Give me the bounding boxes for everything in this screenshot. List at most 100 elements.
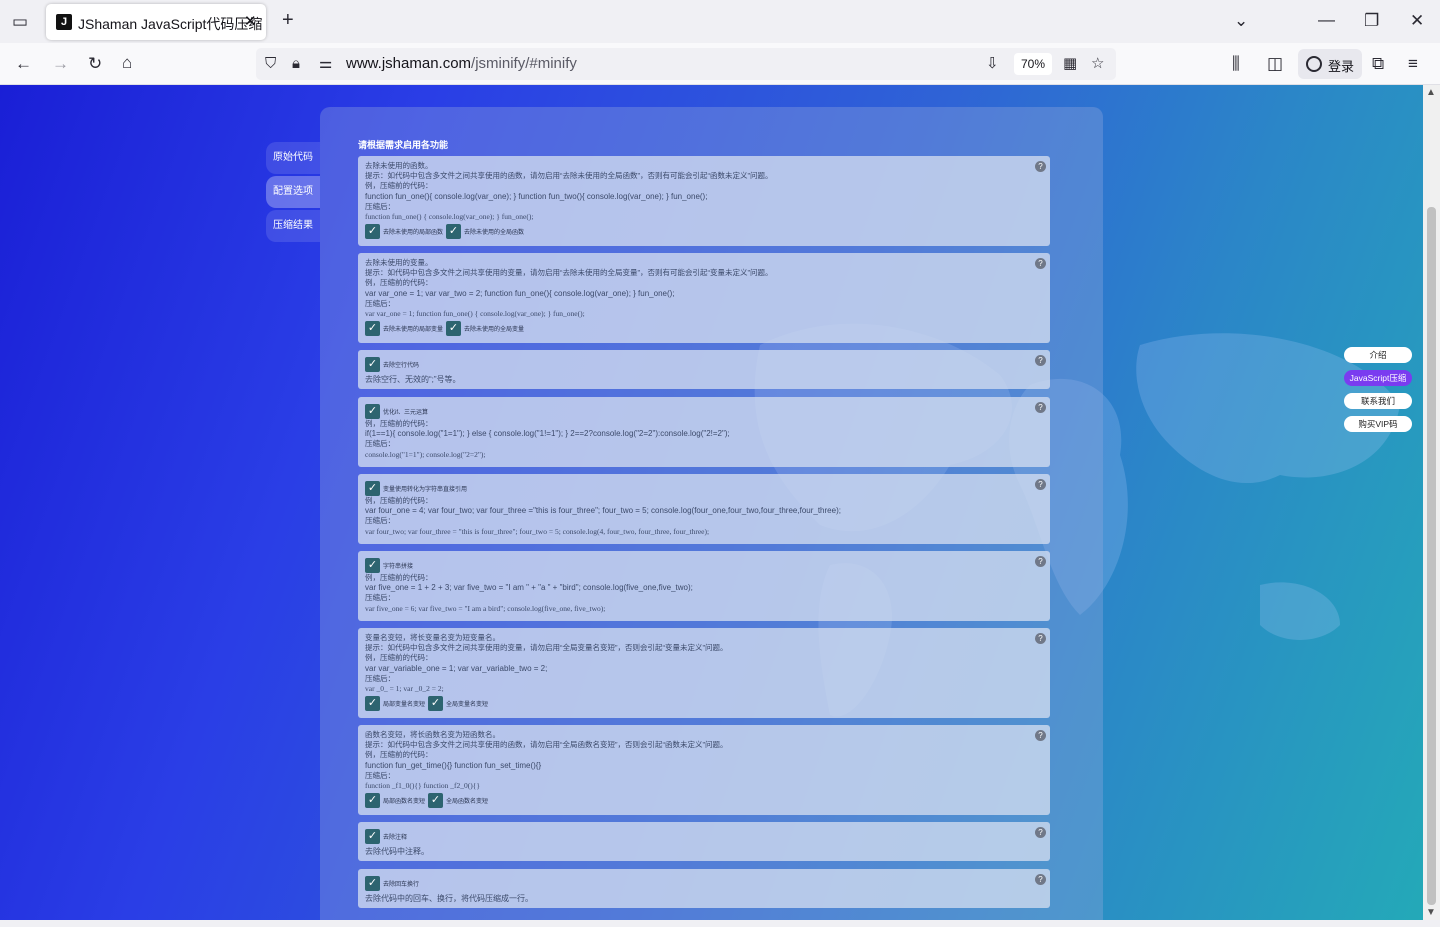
scroll-down-icon[interactable]: ▼	[1426, 907, 1436, 918]
menu-icon[interactable]: ≡	[1408, 55, 1418, 72]
tab-bar: ▭ J JShaman JavaScript代码压缩 ✕ + ⌄ — ❐ ✕	[0, 0, 1440, 43]
option-checkbox[interactable]: ✓	[365, 875, 380, 891]
description-line: 提示：如代码中包含多文件之间共享使用的变量，请勿启用“全局变量名变短”，否则会引…	[365, 643, 728, 653]
login-label: 登录	[1328, 59, 1355, 74]
status-strip	[0, 920, 1440, 927]
sidebar-icon[interactable]: ◫	[1267, 55, 1283, 72]
help-icon[interactable]: ?	[1035, 827, 1046, 838]
lock-icon[interactable]: 🔒︎	[292, 56, 300, 71]
option-checkbox-label: 全局函数名变短	[446, 798, 489, 805]
help-icon[interactable]: ?	[1035, 161, 1046, 172]
help-icon[interactable]: ?	[1035, 258, 1046, 269]
option-checkbox[interactable]: ✓	[446, 223, 462, 239]
code-example-line: console.log("1=1"); console.log("2=2");	[365, 449, 486, 459]
scroll-up-icon[interactable]: ▲	[1426, 87, 1436, 98]
option-checkbox[interactable]: ✓	[365, 557, 380, 573]
sidenav-item-1[interactable]: 配置选项	[266, 176, 320, 208]
description-line: 去除未使用的函数。	[365, 161, 433, 170]
code-example-line: var four_two; var four_three = "this is …	[365, 526, 710, 536]
forward-icon[interactable]: →	[52, 55, 69, 72]
qr-code-icon[interactable]: ▦	[1063, 56, 1077, 71]
checkbox-row: ✓ 局部函数名变短 ✓ 全局函数名变短	[365, 792, 1044, 808]
scrollbar-thumb[interactable]	[1427, 207, 1436, 905]
rightnav-button-2[interactable]: 联系我们	[1344, 393, 1412, 409]
checkbox-row: ✓ 去除未使用的局部变量 ✓ 去除未使用的全局变量	[365, 320, 1044, 336]
option-title: 字符串拼接	[383, 563, 414, 570]
code-example-line: var var_one = 1; function fun_one() { co…	[365, 309, 585, 319]
permissions-icon[interactable]: ⚌	[319, 56, 332, 71]
window-close-icon[interactable]: ✕	[1410, 12, 1424, 29]
jshaman-favicon-icon: J	[56, 14, 72, 30]
option-checkbox[interactable]: ✓	[365, 403, 380, 419]
checkbox-row: ✓ 去除空行代码	[365, 356, 1044, 372]
option-description: 去除代码中注释。	[365, 847, 429, 856]
option-description: 去除空行、无效的“;”号等。	[365, 375, 461, 384]
option-card: ? ✓ 去除空行代码 去除空行、无效的“;”号等。	[358, 350, 1050, 389]
tab-list-icon[interactable]: ▭	[12, 13, 28, 30]
description-line: 例，压缩前的代码：	[365, 419, 433, 428]
page-scrollbar[interactable]: ▲ ▼	[1423, 85, 1440, 920]
shield-icon[interactable]: ⛉	[265, 56, 276, 71]
help-icon[interactable]: ?	[1035, 730, 1046, 741]
sidenav-item-0[interactable]: 原始代码	[266, 142, 320, 174]
code-example-line: function fun_one(){ console.log(var_one)…	[365, 191, 708, 201]
library-icon[interactable]: ⫼	[1232, 55, 1240, 72]
restore-icon[interactable]: ❐	[1364, 12, 1379, 29]
zoom-badge[interactable]: 70%	[1014, 53, 1052, 75]
checkbox-row: ✓ 局部变量名变短 ✓ 全局变量名变短	[365, 695, 1044, 711]
checkbox-row: ✓ 变量使用转化为字符串直接引用	[365, 480, 1044, 496]
rightnav-button-0[interactable]: 介绍	[1344, 347, 1412, 363]
description-line: 例，压缩前的代码：	[365, 750, 433, 760]
option-checkbox[interactable]: ✓	[365, 223, 380, 239]
option-title: 优化if、三元运算	[383, 409, 429, 416]
download-page-icon[interactable]: ⇩	[986, 56, 999, 71]
reload-icon[interactable]: ↻	[88, 55, 102, 72]
checkbox-row: ✓ 字符串拼接	[365, 557, 1044, 573]
sidenav-item-2[interactable]: 压缩结果	[266, 210, 320, 242]
option-checkbox[interactable]: ✓	[428, 792, 444, 808]
option-title: 去除空行代码	[383, 362, 420, 369]
back-icon[interactable]: ←	[15, 55, 32, 72]
url-path: /jsminify/#minify	[471, 55, 577, 72]
url-text[interactable]: www.jshaman.com/jsminify/#minify	[346, 55, 577, 72]
extensions-icon[interactable]: ⧉	[1372, 55, 1384, 72]
nav-bar: ← → ↻ ⌂ ⛉ 🔒︎ ⚌ www.jshaman.com/jsminify/…	[0, 43, 1440, 85]
tab-close-icon[interactable]: ✕	[244, 12, 257, 30]
option-checkbox[interactable]: ✓	[365, 695, 380, 711]
option-checkbox-label: 局部函数名变短	[383, 798, 426, 805]
help-icon[interactable]: ?	[1035, 355, 1046, 366]
rightnav-button-3[interactable]: 购买VIP码	[1344, 416, 1412, 432]
description-line: 例，压缩前的代码：	[365, 573, 433, 582]
code-example-line: var five_one = 6; var five_two = "I am a…	[365, 603, 606, 613]
rightnav-button-1[interactable]: JavaScript压缩	[1344, 370, 1412, 386]
minimize-icon[interactable]: —	[1318, 11, 1335, 28]
help-icon[interactable]: ?	[1035, 874, 1046, 885]
home-icon[interactable]: ⌂	[122, 54, 132, 71]
option-checkbox[interactable]: ✓	[446, 320, 462, 336]
account-login-button[interactable]: 登录	[1298, 49, 1362, 79]
tab-overflow-chevron-icon[interactable]: ⌄	[1234, 12, 1248, 29]
option-checkbox[interactable]: ✓	[365, 356, 380, 372]
code-example-line: var five_one = 1 + 2 + 3; var five_two =…	[365, 583, 693, 593]
url-bar[interactable]: ⛉ 🔒︎ ⚌ www.jshaman.com/jsminify/#minify …	[256, 48, 1116, 80]
option-checkbox[interactable]: ✓	[365, 480, 380, 496]
option-card: ? 变量名变短，将长变量名变为短变量名。 提示：如代码中包含多文件之间共享使用的变量…	[358, 628, 1050, 718]
code-example-line: function fun_get_time(){} function fun_s…	[365, 760, 542, 770]
help-icon[interactable]: ?	[1035, 402, 1046, 413]
help-icon[interactable]: ?	[1035, 633, 1046, 644]
description-line: 压缩后：	[365, 673, 395, 683]
option-checkbox[interactable]: ✓	[428, 695, 444, 711]
active-tab[interactable]: J JShaman JavaScript代码压缩 ✕	[46, 4, 266, 40]
description-line: 压缩后：	[365, 593, 395, 603]
description-line: 提示：如代码中包含多文件之间共享使用的函数，请勿启用“全局函数名变短”，否则会引…	[365, 740, 728, 750]
help-icon[interactable]: ?	[1035, 556, 1046, 567]
new-tab-icon[interactable]: +	[282, 10, 294, 30]
tab-title: JShaman JavaScript代码压缩	[78, 16, 263, 32]
option-checkbox[interactable]: ✓	[365, 792, 380, 808]
option-checkbox[interactable]: ✓	[365, 320, 380, 336]
page-content: 原始代码 配置选项 压缩结果 请根据需求启用各功能 ? 去除未使用的函数。 提示：如代码…	[0, 85, 1423, 920]
help-icon[interactable]: ?	[1035, 479, 1046, 490]
description-line: 例，压缩前的代码：	[365, 278, 433, 288]
bookmark-star-icon[interactable]: ☆	[1091, 56, 1104, 71]
option-checkbox[interactable]: ✓	[365, 828, 380, 844]
